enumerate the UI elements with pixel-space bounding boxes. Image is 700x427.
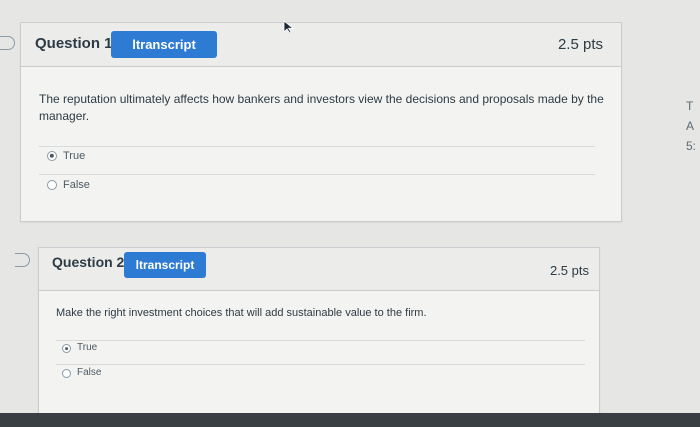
divider: [56, 340, 585, 341]
question-1-points: 2.5 pts: [557, 36, 603, 53]
question-1-true-label[interactable]: True: [63, 150, 85, 162]
question-1-true-radio[interactable]: [47, 151, 57, 161]
question-2-transcript-button[interactable]: ltranscript: [124, 252, 206, 278]
question-2-title: Question 2: [52, 254, 125, 270]
side-panel-letter: A: [686, 119, 695, 133]
question-2-false-radio[interactable]: [62, 369, 71, 378]
question-1-transcript-button[interactable]: ltranscript: [111, 31, 217, 58]
question-1-title: Question 1: [35, 35, 113, 52]
mouse-cursor-icon: [283, 20, 295, 34]
question-2-false-label[interactable]: False: [77, 367, 101, 378]
side-panel-letter: 5:: [686, 139, 697, 153]
question-2-flag-icon[interactable]: [15, 253, 30, 267]
divider: [39, 174, 595, 175]
question-1-false-label[interactable]: False: [63, 179, 90, 191]
question-2-true-radio[interactable]: [62, 344, 71, 353]
divider: [56, 364, 585, 365]
question-1-card: Question 1 ltranscript 2.5 pts The reput…: [20, 22, 622, 222]
question-1-text: The reputation ultimately affects how ba…: [39, 92, 604, 123]
question-1-flag-icon[interactable]: [0, 36, 15, 50]
question-2-card: Question 2 ltranscript 2.5 pts Make the …: [38, 247, 600, 415]
question-1-false-radio[interactable]: [47, 180, 57, 190]
question-2-points: 2.5 pts: [549, 263, 589, 278]
side-panel-letter: T: [686, 99, 694, 113]
question-2-true-label[interactable]: True: [77, 342, 97, 353]
question-2-header: Question 2 ltranscript 2.5 pts: [39, 248, 599, 291]
bottom-bar: [0, 413, 700, 427]
side-panel-text: T A 5:: [686, 96, 700, 156]
question-1-header: Question 1 ltranscript 2.5 pts: [21, 23, 621, 67]
question-2-text: Make the right investment choices that w…: [56, 307, 427, 319]
divider: [39, 146, 595, 147]
